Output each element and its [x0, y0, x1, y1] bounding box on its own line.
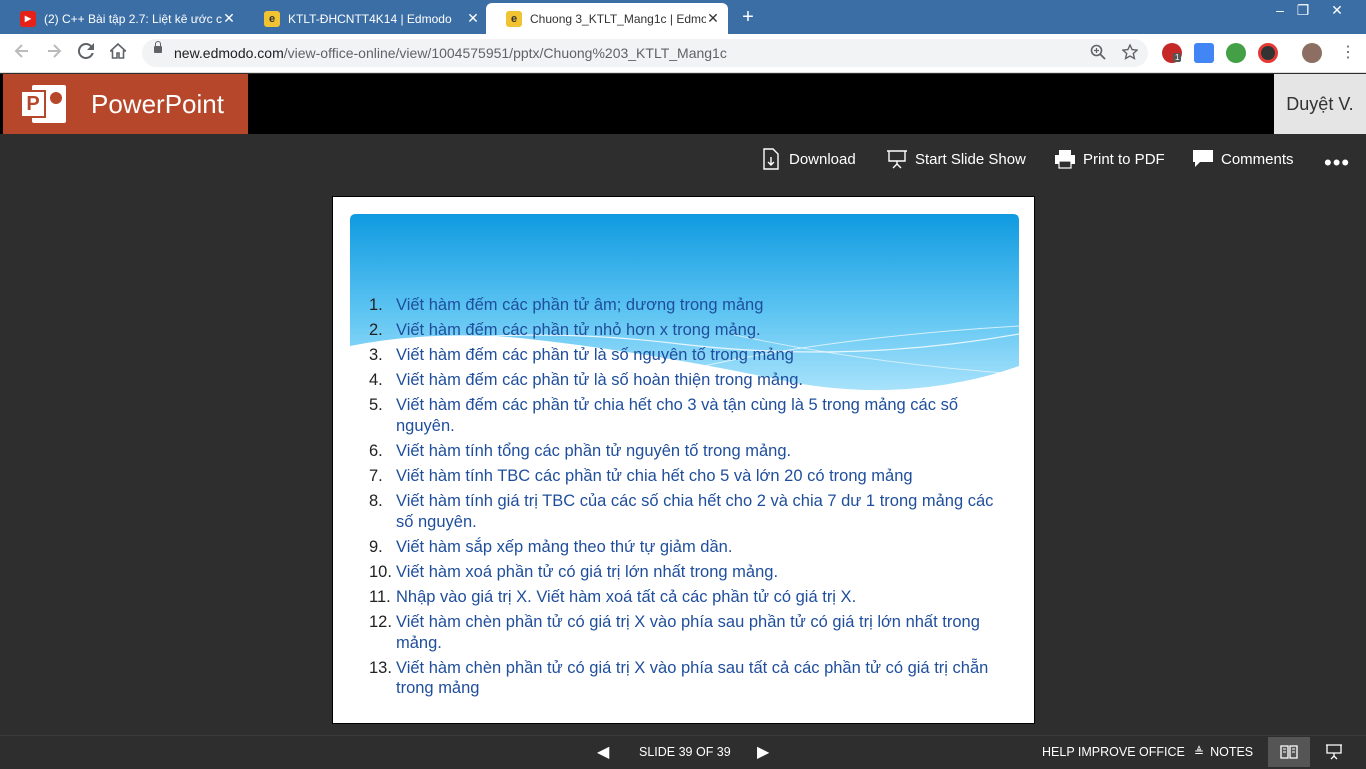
tab-title: (2) C++ Bài tập 2.7: Liệt kê ước của — [44, 11, 222, 26]
comments-button[interactable]: Comments — [1192, 146, 1294, 172]
edmodo-icon: e — [264, 10, 280, 27]
exercise-list: 1. Viết hàm đếm các phần tử âm; dương tro… — [369, 295, 1009, 703]
extension-badge: 1 — [1173, 53, 1182, 62]
browser-toolbar: new.edmodo.com/view-office-online/view/1… — [0, 34, 1366, 73]
slide-canvas: 1. Viết hàm đếm các phần tử âm; dương tro… — [332, 196, 1035, 724]
tab-close-icon[interactable]: ✕ — [706, 10, 720, 27]
list-item: 7. Viết hàm tính TBC các phần tử chia hết… — [369, 467, 913, 486]
help-improve-office-link[interactable]: HELP IMPROVE OFFICE — [1042, 745, 1185, 759]
browser-tab-active[interactable]: e Chuong 3_KTLT_Mang1c | Edmodo ✕ — [486, 3, 728, 34]
download-icon — [760, 148, 782, 170]
reload-button[interactable] — [74, 41, 98, 65]
record-extension-icon[interactable] — [1258, 43, 1278, 63]
reading-view-button[interactable] — [1268, 737, 1310, 767]
notes-button[interactable]: ≜ NOTES — [1194, 745, 1253, 759]
list-item: 3. Viết hàm đếm các phần tử là số nguyên … — [369, 346, 794, 365]
comments-label: Comments — [1221, 150, 1294, 168]
list-item: 2. Viết hàm đếm các phần tử nhỏ hơn x tro… — [369, 321, 761, 340]
list-item: 5. Viết hàm đếm các phần tử chia hết cho … — [369, 396, 958, 435]
zoom-icon[interactable] — [1090, 44, 1106, 64]
download-button[interactable]: Download — [760, 146, 856, 172]
address-bar[interactable]: new.edmodo.com/view-office-online/view/1… — [142, 39, 1148, 67]
reading-view-icon — [1280, 745, 1298, 759]
profile-avatar[interactable] — [1302, 43, 1322, 63]
print-label: Print to PDF — [1083, 150, 1165, 168]
youtube-icon: ▶ — [20, 10, 36, 27]
reload-icon — [77, 42, 94, 59]
slideshow-view-icon — [1326, 744, 1342, 760]
more-options-button[interactable]: ••• — [1324, 150, 1350, 176]
download-label: Download — [789, 150, 856, 168]
edmodo-icon: e — [506, 10, 522, 27]
close-window-button[interactable]: ✕ — [1322, 2, 1352, 19]
tab-title: Chuong 3_KTLT_Mang1c | Edmodo — [530, 11, 706, 26]
adblock-extension-icon[interactable]: 1 — [1162, 43, 1182, 63]
globe-extension-icon[interactable] — [1226, 43, 1246, 63]
new-tab-button[interactable]: + — [737, 6, 759, 29]
restore-button[interactable]: ❐ — [1288, 2, 1318, 19]
list-item: 13. Viết hàm chèn phần tử có giá trị X và… — [369, 658, 989, 698]
bookmark-star-icon[interactable] — [1121, 43, 1139, 64]
comment-bubble-icon — [1192, 148, 1214, 170]
back-arrow-icon — [14, 44, 28, 58]
print-to-pdf-button[interactable]: Print to PDF — [1054, 146, 1165, 172]
slideshow-icon — [886, 148, 908, 170]
list-item: 12. Viết hàm chèn phần tử có giá trị X và… — [369, 613, 980, 652]
powerpoint-logo-icon: P — [20, 82, 68, 126]
forward-arrow-icon — [48, 44, 62, 58]
tab-close-icon[interactable]: ✕ — [222, 10, 236, 27]
home-button[interactable] — [106, 41, 130, 65]
url-text: new.edmodo.com/view-office-online/view/1… — [174, 45, 727, 61]
browser-tab-strip: ▶ (2) C++ Bài tập 2.7: Liệt kê ước của ✕… — [0, 0, 1366, 34]
browser-menu-icon[interactable]: ⋮ — [1336, 41, 1360, 65]
list-item: 9. Viết hàm sắp xếp mảng theo thứ tự giảm… — [369, 537, 733, 556]
powerpoint-brand[interactable]: P PowerPoint — [3, 74, 248, 134]
browser-tab[interactable]: e KTLT-ĐHCNTT4K14 | Edmodo ✕ — [244, 3, 488, 34]
list-item: 6. Viết hàm tính tổng các phần tử nguyên … — [369, 441, 792, 460]
start-slideshow-button[interactable]: Start Slide Show — [886, 146, 1026, 172]
user-name[interactable]: Duyệt V. — [1274, 74, 1366, 134]
list-item: 10. Viết hàm xoá phần tử có giá trị lớn n… — [369, 562, 779, 581]
previous-slide-button[interactable]: ◀ — [597, 742, 609, 762]
slideshow-view-button[interactable] — [1313, 737, 1355, 767]
next-slide-button[interactable]: ▶ — [757, 742, 769, 762]
list-item: 1. Viết hàm đếm các phần tử âm; dương tro… — [369, 296, 764, 314]
tab-title: KTLT-ĐHCNTT4K14 | Edmodo — [288, 11, 452, 26]
list-item: 4. Viết hàm đếm các phần tử là số hoàn th… — [369, 371, 803, 390]
lock-icon — [154, 41, 162, 53]
back-button[interactable] — [10, 41, 34, 65]
office-app-bar: P PowerPoint Duyệt V. — [0, 74, 1366, 134]
forward-button[interactable] — [42, 41, 66, 65]
list-item: 8. Viết hàm tính giá trị TBC của các số c… — [369, 492, 994, 531]
list-item: 11. Nhập vào giá trị X. Viết hàm xoá tất … — [369, 587, 857, 606]
slideshow-label: Start Slide Show — [915, 150, 1026, 168]
browser-tab[interactable]: ▶ (2) C++ Bài tập 2.7: Liệt kê ước của ✕ — [0, 3, 244, 34]
tab-close-icon[interactable]: ✕ — [466, 10, 480, 27]
app-name: PowerPoint — [91, 88, 224, 119]
status-bar: ◀ SLIDE 39 OF 39 ▶ HELP IMPROVE OFFICE ≜… — [0, 735, 1366, 769]
notes-icon: ≜ — [1194, 745, 1205, 759]
home-icon — [108, 42, 128, 59]
translate-extension-icon[interactable] — [1194, 43, 1214, 63]
printer-icon — [1054, 148, 1076, 170]
slide-indicator: SLIDE 39 OF 39 — [639, 745, 731, 759]
